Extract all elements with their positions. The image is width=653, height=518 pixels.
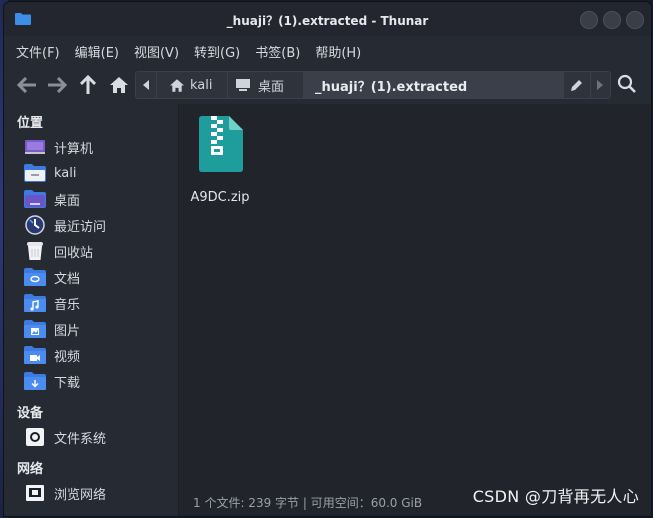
sidebar-item-label: 计算机: [54, 141, 94, 157]
path-segment-label: _huaji？(1).extracted: [315, 79, 468, 95]
sidebar-item-label: 文件系统: [54, 431, 107, 447]
sidebar-item-downloads[interactable]: 下载: [24, 369, 174, 393]
sidebar-item-label: 视频: [54, 349, 81, 365]
home-icon: [170, 78, 184, 92]
path-scroll-left-button[interactable]: [136, 72, 157, 98]
menu-help[interactable]: 帮助(H): [315, 42, 361, 61]
section-header-devices: 设备: [17, 406, 44, 421]
desktop-icon: [24, 189, 46, 209]
arrow-up-icon: [80, 75, 96, 94]
file-view[interactable]: A9DC.zip 1 个文件: 239 字节 | 可用空间：60.0 GiB: [179, 104, 651, 516]
path-segment-home[interactable]: kali: [156, 72, 228, 98]
documents-folder-icon: [24, 267, 46, 287]
file-item[interactable]: A9DC.zip: [189, 114, 251, 205]
watermark: CSDN @刀背再无人心: [472, 487, 639, 506]
desktop-icon: [236, 79, 250, 91]
path-segment-label: 桌面: [258, 79, 285, 95]
sidebar-item-documents[interactable]: 文档: [24, 265, 174, 289]
path-segment-current[interactable]: _huaji？(1).extracted: [304, 72, 564, 98]
section-header-network: 网络: [17, 462, 44, 477]
sidebar-item-label: 文档: [54, 271, 81, 287]
path-segment-desktop[interactable]: 桌面: [228, 72, 304, 98]
sidebar-item-pictures[interactable]: 图片: [24, 317, 174, 341]
search-button[interactable]: [617, 74, 639, 96]
sidebar-item-label: 音乐: [54, 297, 81, 313]
sidebar-item-music[interactable]: 音乐: [24, 291, 174, 315]
pencil-icon: [571, 80, 582, 91]
menu-bar: 文件(F) 编辑(E) 视图(V) 转到(G) 书签(B) 帮助(H): [4, 36, 651, 66]
forward-button[interactable]: [46, 74, 68, 96]
menu-file[interactable]: 文件(F): [16, 42, 60, 61]
menu-go[interactable]: 转到(G): [194, 42, 240, 61]
menu-bookmarks[interactable]: 书签(B): [255, 42, 300, 61]
thunar-window: _huaji？(1).extracted - Thunar 文件(F) 编辑(E…: [4, 2, 651, 516]
chevron-right-icon: [597, 80, 603, 90]
music-folder-icon: [24, 293, 46, 313]
search-icon: [617, 74, 636, 93]
sidebar-item-computer[interactable]: 计算机: [24, 135, 174, 159]
home-icon: [110, 77, 128, 93]
minimize-button[interactable]: [580, 11, 598, 29]
sidebar-item-label: 桌面: [54, 193, 81, 209]
sidebar-item-desktop[interactable]: 桌面: [24, 187, 174, 211]
home-folder-icon: [24, 163, 46, 183]
window-title: _huaji？(1).extracted - Thunar: [226, 14, 429, 28]
sidebar-item-trash[interactable]: 回收站: [24, 239, 174, 263]
sidebar-item-filesystem[interactable]: 文件系统: [24, 425, 174, 449]
pictures-folder-icon: [24, 319, 46, 339]
maximize-button[interactable]: [603, 11, 621, 29]
close-button[interactable]: [626, 11, 644, 29]
home-button[interactable]: [108, 74, 130, 96]
chevron-left-icon: [143, 80, 149, 90]
recent-icon: [24, 215, 46, 235]
arrow-left-icon: [17, 77, 36, 93]
file-name: A9DC.zip: [190, 190, 250, 205]
edit-path-button[interactable]: [564, 72, 591, 98]
videos-folder-icon: [24, 345, 46, 365]
path-segment-label: kali: [190, 77, 213, 93]
section-header-places: 位置: [17, 116, 44, 131]
location-bar: kali 桌面 _huaji？(1).extracted: [135, 71, 611, 99]
computer-icon: [24, 137, 46, 157]
zip-archive-icon: [199, 116, 243, 172]
sidebar-item-kali[interactable]: kali: [24, 161, 174, 185]
status-text: 1 个文件: 239 字节 | 可用空间：60.0 GiB: [193, 495, 423, 510]
filesystem-icon: [24, 427, 46, 447]
sidebar-item-videos[interactable]: 视频: [24, 343, 174, 367]
sidebar-item-browse-network[interactable]: 浏览网络: [24, 481, 174, 505]
sidebar: 位置 计算机 kali 桌面 最近访问 回收站 文档 音乐 图片 视频 下载 设…: [4, 104, 179, 516]
sidebar-item-recent[interactable]: 最近访问: [24, 213, 174, 237]
trash-icon: [24, 241, 46, 261]
sidebar-item-label: kali: [54, 165, 77, 181]
path-scroll-right-button[interactable]: [590, 72, 610, 98]
sidebar-item-label: 下载: [54, 375, 81, 391]
sidebar-item-label: 回收站: [54, 245, 94, 261]
back-button[interactable]: [16, 74, 38, 96]
toolbar: kali 桌面 _huaji？(1).extracted: [4, 66, 651, 104]
menu-edit[interactable]: 编辑(E): [75, 42, 119, 61]
title-bar[interactable]: _huaji？(1).extracted - Thunar: [4, 2, 651, 36]
menu-view[interactable]: 视图(V): [134, 42, 179, 61]
up-button[interactable]: [77, 74, 99, 96]
sidebar-item-label: 浏览网络: [54, 487, 107, 503]
network-icon: [24, 483, 46, 503]
sidebar-item-label: 最近访问: [54, 219, 107, 235]
downloads-folder-icon: [24, 371, 46, 391]
arrow-right-icon: [48, 77, 67, 93]
sidebar-item-label: 图片: [54, 323, 81, 339]
